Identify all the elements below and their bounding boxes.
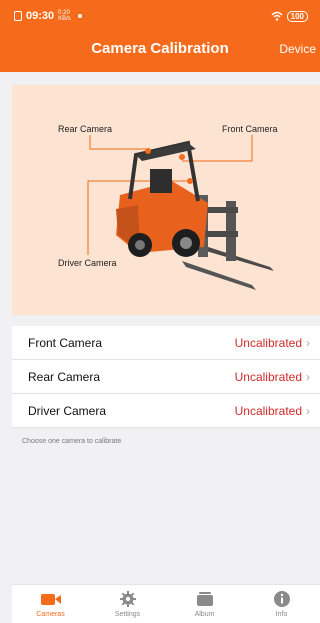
tab-label: Info bbox=[275, 611, 288, 618]
notification-dot-icon bbox=[78, 14, 83, 18]
camera-row-rear[interactable]: Rear Camera Uncalibrated › bbox=[12, 360, 320, 394]
driver-camera-label: Driver Camera bbox=[58, 258, 117, 268]
status-bar: 09:30 0.20 KB/s 100 bbox=[14, 8, 308, 24]
camera-name: Driver Camera bbox=[28, 403, 107, 418]
tab-bar: Cameras Settings Album Info bbox=[12, 584, 320, 623]
camera-name: Rear Camera bbox=[28, 369, 101, 384]
tab-settings[interactable]: Settings bbox=[89, 585, 166, 623]
status-left: 09:30 0.20 KB/s bbox=[14, 10, 83, 22]
tab-label: Cameras bbox=[36, 611, 65, 618]
calibration-status: Uncalibrated bbox=[234, 335, 302, 350]
calibration-status: Uncalibrated bbox=[234, 403, 302, 418]
tab-label: Album bbox=[194, 611, 215, 618]
gear-icon bbox=[119, 590, 137, 608]
wifi-icon bbox=[271, 11, 283, 21]
rear-camera-label: Rear Camera bbox=[58, 124, 113, 134]
video-camera-icon bbox=[40, 590, 62, 608]
page-title: Camera Calibration bbox=[91, 40, 229, 57]
front-camera-label: Front Camera bbox=[222, 124, 278, 134]
sim-icon bbox=[14, 11, 22, 21]
info-icon bbox=[273, 590, 291, 608]
tab-cameras[interactable]: Cameras bbox=[12, 585, 89, 623]
album-stack-icon bbox=[196, 590, 214, 608]
tab-label: Settings bbox=[114, 611, 141, 618]
net-speed: 0.20 KB/s bbox=[58, 10, 71, 22]
device-button[interactable]: Device bbox=[279, 42, 316, 56]
camera-row-driver[interactable]: Driver Camera Uncalibrated › bbox=[12, 394, 320, 428]
forklift-image bbox=[87, 135, 274, 290]
status-time: 09:30 bbox=[26, 10, 55, 22]
tab-album[interactable]: Album bbox=[166, 585, 243, 623]
hint-text: Choose one camera to calibrate bbox=[22, 438, 122, 445]
camera-name: Front Camera bbox=[28, 335, 103, 350]
chevron-right-icon: › bbox=[306, 335, 310, 350]
chevron-right-icon: › bbox=[306, 369, 310, 384]
forklift-illustration: Rear Camera Front Camera Driver Camera bbox=[12, 85, 320, 315]
camera-row-front[interactable]: Front Camera Uncalibrated › bbox=[12, 326, 320, 360]
tab-info[interactable]: Info bbox=[243, 585, 320, 623]
net-speed-unit: KB/s bbox=[58, 16, 71, 22]
app-header: 09:30 0.20 KB/s 100 Camera Calibration D… bbox=[0, 0, 320, 72]
calibration-status: Uncalibrated bbox=[234, 369, 302, 384]
chevron-right-icon: › bbox=[306, 403, 310, 418]
status-right: 100 bbox=[271, 10, 308, 22]
camera-list: Front Camera Uncalibrated › Rear Camera … bbox=[12, 326, 320, 428]
battery-icon: 100 bbox=[286, 10, 308, 22]
